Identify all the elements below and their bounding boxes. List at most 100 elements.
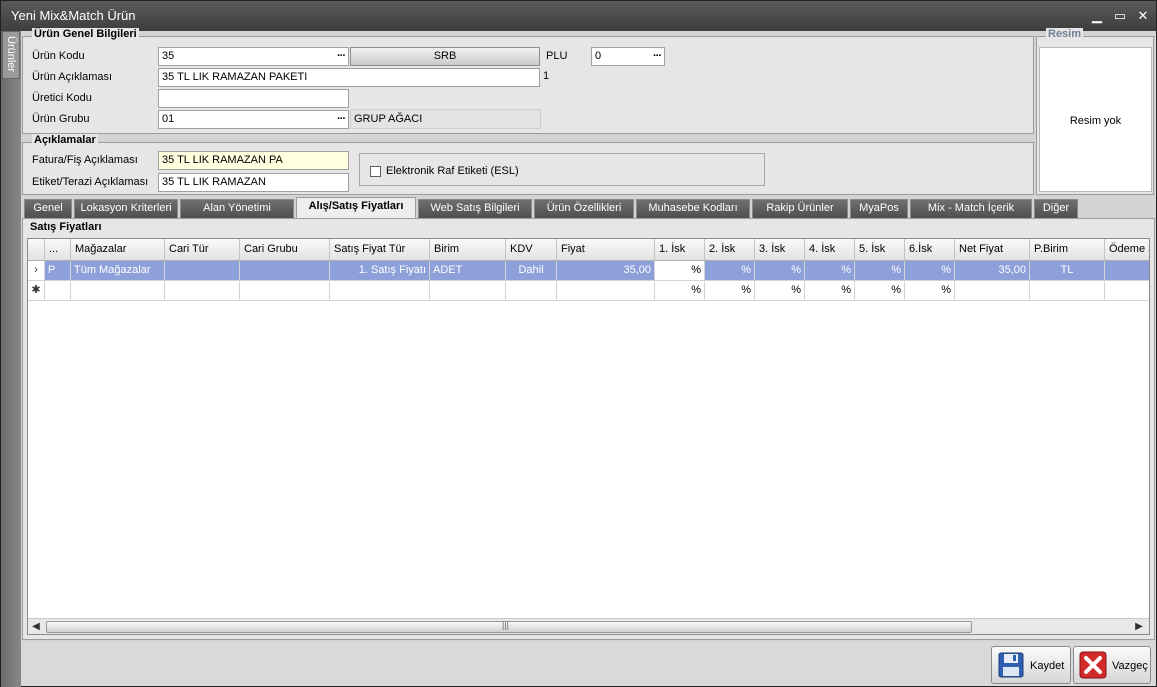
grid-cell[interactable] xyxy=(506,281,557,301)
column-header[interactable]: Cari Grubu xyxy=(240,239,330,261)
column-header[interactable]: KDV xyxy=(506,239,557,261)
grid-cell[interactable]: % xyxy=(905,281,955,301)
column-header[interactable]: 1. İsk xyxy=(655,239,705,261)
grid-cell[interactable]: TL xyxy=(1030,261,1105,281)
aciklama-input[interactable]: 35 TL LIK RAMAZAN PAKETI xyxy=(158,68,540,87)
tab-genel[interactable]: Genel xyxy=(24,199,72,218)
scroll-grip-icon: ||| xyxy=(502,620,510,630)
general-info-title: Ürün Genel Bilgileri xyxy=(32,28,139,40)
save-button[interactable]: Kaydet xyxy=(991,646,1071,684)
uretici-input[interactable] xyxy=(158,89,349,108)
etiket-input[interactable]: 35 TL LIK RAMAZAN xyxy=(158,173,349,192)
grid-cell[interactable] xyxy=(1030,281,1105,301)
maximize-button[interactable]: ▭ xyxy=(1111,7,1129,25)
grid-cell[interactable] xyxy=(240,281,330,301)
column-header[interactable]: Fiyat xyxy=(557,239,655,261)
row-new-icon[interactable]: ✱ xyxy=(28,281,45,301)
column-header[interactable]: 5. İsk xyxy=(855,239,905,261)
grid-cell[interactable]: % xyxy=(705,261,755,281)
grid-cell[interactable] xyxy=(165,261,240,281)
tab-lokasyon[interactable]: Lokasyon Kriterleri xyxy=(74,199,178,218)
column-header[interactable]: ... xyxy=(45,239,71,261)
urun-kodu-input[interactable]: 35 ··· xyxy=(158,47,349,66)
grid-cell[interactable]: % xyxy=(855,261,905,281)
side-panel: Ürünler xyxy=(1,31,21,687)
ellipsis-icon[interactable]: ··· xyxy=(653,48,662,65)
column-header[interactable]: Satış Fiyat Tür xyxy=(330,239,430,261)
row-current-icon[interactable]: › xyxy=(28,261,45,281)
scroll-thumb[interactable]: ||| xyxy=(46,620,972,633)
grid-cell[interactable]: % xyxy=(705,281,755,301)
save-label: Kaydet xyxy=(1030,660,1065,672)
close-button[interactable]: ✕ xyxy=(1134,7,1152,25)
grid-cell[interactable]: Dahil xyxy=(506,261,557,281)
scroll-right-icon[interactable]: ▶ xyxy=(1132,620,1146,634)
etiket-label: Etiket/Terazi Açıklaması xyxy=(32,176,149,188)
grid-cell[interactable]: 35,00 xyxy=(955,261,1030,281)
column-header[interactable]: 4. İsk xyxy=(805,239,855,261)
title-bar: Yeni Mix&Match Ürün ▁ ▭ ✕ xyxy=(1,1,1156,31)
grid-cell[interactable] xyxy=(1105,261,1149,281)
grid-cell[interactable]: % xyxy=(855,281,905,301)
column-header[interactable]: Birim xyxy=(430,239,506,261)
tab-myapos[interactable]: MyaPos xyxy=(850,199,908,218)
column-header[interactable]: P.Birim xyxy=(1030,239,1105,261)
horizontal-scrollbar[interactable]: ◀ ||| ▶ xyxy=(28,618,1149,634)
grid-cell[interactable]: % xyxy=(805,281,855,301)
grup-value: 01 xyxy=(162,113,175,125)
column-header[interactable]: Net Fiyat xyxy=(955,239,1030,261)
plu-input[interactable]: 0 ··· xyxy=(591,47,665,66)
tab-bar: Genel Lokasyon Kriterleri Alan Yönetimi … xyxy=(22,197,1155,219)
fatura-input[interactable]: 35 TL LIK RAMAZAN PA xyxy=(158,151,349,170)
grid-cell[interactable] xyxy=(430,281,506,301)
grid-cell[interactable] xyxy=(165,281,240,301)
column-header[interactable]: Cari Tür xyxy=(165,239,240,261)
grid-cell[interactable]: P xyxy=(45,261,71,281)
side-tab-urunler[interactable]: Ürünler xyxy=(2,31,20,79)
ellipsis-icon[interactable]: ··· xyxy=(337,48,346,65)
grid-cell[interactable]: ADET xyxy=(430,261,506,281)
descriptions-title: Açıklamalar xyxy=(32,134,98,146)
srb-button[interactable]: SRB xyxy=(350,47,540,66)
column-header[interactable]: Mağazalar xyxy=(71,239,165,261)
esl-checkbox[interactable] xyxy=(370,166,381,177)
grid-cell[interactable]: % xyxy=(755,261,805,281)
tab-diger[interactable]: Diğer xyxy=(1034,199,1078,218)
grid-cell[interactable]: % xyxy=(805,261,855,281)
grid-cell[interactable] xyxy=(955,281,1030,301)
cancel-label: Vazgeç xyxy=(1112,660,1148,672)
image-preview[interactable]: Resim yok xyxy=(1039,47,1152,192)
grid-cell[interactable]: 35,00 xyxy=(557,261,655,281)
grid-cell[interactable] xyxy=(240,261,330,281)
grid-cell[interactable]: % xyxy=(655,281,705,301)
tab-web-satis[interactable]: Web Satış Bilgileri xyxy=(418,199,532,218)
column-header[interactable]: 2. İsk xyxy=(705,239,755,261)
column-header[interactable]: Ödeme Ş xyxy=(1105,239,1149,261)
tab-muhasebe[interactable]: Muhasebe Kodları xyxy=(636,199,750,218)
plu-value: 0 xyxy=(595,50,602,62)
tab-alan-yonetimi[interactable]: Alan Yönetimi xyxy=(180,199,294,218)
grid-cell[interactable] xyxy=(1105,281,1149,301)
tab-rakip[interactable]: Rakip Ürünler xyxy=(752,199,848,218)
grup-input[interactable]: 01 ··· xyxy=(158,110,349,129)
grid-cell[interactable]: % xyxy=(905,261,955,281)
tab-urun-ozellikleri[interactable]: Ürün Özellikleri xyxy=(534,199,634,218)
prices-grid[interactable]: ... Mağazalar Cari Tür Cari Grubu Satış Fiya… xyxy=(27,238,1150,635)
grid-cell[interactable] xyxy=(557,281,655,301)
tab-mix-match[interactable]: Mix - Match İçerik xyxy=(910,199,1032,218)
grid-cell[interactable] xyxy=(330,281,430,301)
ellipsis-icon[interactable]: ··· xyxy=(337,111,346,128)
grid-cell[interactable]: % xyxy=(755,281,805,301)
grid-cell[interactable]: Tüm Mağazalar xyxy=(71,261,165,281)
grid-cell[interactable] xyxy=(45,281,71,301)
scroll-left-icon[interactable]: ◀ xyxy=(29,620,43,634)
cancel-button[interactable]: Vazgeç xyxy=(1073,646,1151,684)
column-header[interactable]: 3. İsk xyxy=(755,239,805,261)
grid-cell[interactable]: 1. Satış Fiyatı xyxy=(330,261,430,281)
tab-alis-satis[interactable]: Alış/Satış Fiyatları xyxy=(296,197,416,218)
column-header[interactable]: 6.İsk xyxy=(905,239,955,261)
grid-cell[interactable] xyxy=(71,281,165,301)
grid-cell[interactable]: % xyxy=(655,261,705,281)
grup-agaci-field: GRUP AĞACI xyxy=(350,109,541,129)
minimize-button[interactable]: ▁ xyxy=(1088,7,1106,25)
